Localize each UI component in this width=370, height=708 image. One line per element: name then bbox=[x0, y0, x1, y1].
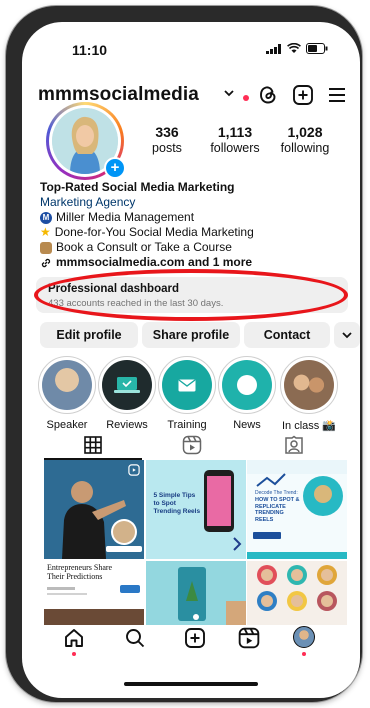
laptop-icon bbox=[114, 377, 140, 393]
status-bar: 11:10 bbox=[22, 40, 360, 60]
highlight-image bbox=[102, 360, 152, 410]
highlight-label: In class 📸 bbox=[281, 420, 337, 432]
bio-link[interactable]: mmmsocialmedia.com and 1 more bbox=[40, 255, 340, 270]
laptop-icon bbox=[40, 241, 52, 254]
reels-nav-icon[interactable] bbox=[238, 627, 260, 649]
bio-line: Book a Consult or Take a Course bbox=[40, 240, 340, 255]
bio-line: M Miller Media Management bbox=[40, 210, 340, 225]
home-icon[interactable] bbox=[64, 628, 84, 648]
highlight-label: Speaker bbox=[46, 419, 88, 431]
highlight-speaker[interactable]: Speaker bbox=[38, 356, 96, 431]
battery-icon bbox=[306, 43, 328, 54]
threads-icon[interactable] bbox=[258, 84, 278, 106]
highlight-label: Reviews bbox=[106, 419, 148, 431]
stat-value: 1,113 bbox=[217, 124, 253, 140]
post-caption: HOW TO SPOT & REPLICATE TRENDING REELS bbox=[255, 497, 300, 523]
highlight-image bbox=[42, 360, 92, 410]
stat-following[interactable]: 1,028 following bbox=[274, 124, 336, 155]
reels-icon[interactable] bbox=[182, 435, 202, 455]
status-icons bbox=[266, 43, 328, 54]
post-thumbnail[interactable]: Entrepreneurs Share Their Predictions bbox=[44, 561, 144, 625]
post-caption: Decode The Trend: bbox=[255, 490, 298, 496]
star-icon: ★ bbox=[40, 225, 51, 239]
bottom-nav bbox=[22, 624, 360, 658]
bio-title: Top-Rated Social Media Marketing bbox=[40, 180, 235, 194]
link-icon bbox=[41, 258, 51, 267]
contact-button[interactable]: Contact bbox=[244, 322, 330, 348]
home-notification-dot bbox=[72, 652, 76, 656]
stat-label: posts bbox=[152, 141, 182, 155]
highlight-training[interactable]: Training bbox=[158, 356, 216, 431]
stat-label: followers bbox=[210, 141, 260, 155]
stat-value: 1,028 bbox=[287, 124, 323, 140]
edit-profile-button[interactable]: Edit profile bbox=[40, 322, 138, 348]
m-logo-icon: M bbox=[40, 211, 52, 224]
highlight-label: News bbox=[233, 419, 261, 431]
menu-icon[interactable] bbox=[326, 84, 348, 106]
username[interactable]: mmmsocialmedia bbox=[38, 84, 199, 106]
create-icon[interactable] bbox=[184, 627, 206, 649]
post-thumbnail[interactable] bbox=[247, 561, 347, 625]
add-story-button[interactable]: + bbox=[104, 157, 126, 179]
envelope-icon bbox=[178, 378, 196, 391]
posts-grid: 5 Simple Tips to Spot Trending Reels Dec… bbox=[44, 460, 347, 626]
status-time: 11:10 bbox=[72, 42, 108, 58]
bio-category[interactable]: Marketing Agency bbox=[40, 195, 340, 210]
wifi-icon bbox=[287, 43, 301, 53]
share-profile-button[interactable]: Share profile bbox=[142, 322, 240, 348]
reel-badge-icon bbox=[128, 464, 140, 476]
post-thumbnail[interactable]: Decode The Trend: HOW TO SPOT & REPLICAT… bbox=[247, 460, 347, 559]
post-thumbnail[interactable]: 5 Simple Tips to Spot Trending Reels bbox=[145, 460, 246, 559]
stat-label: following bbox=[280, 141, 330, 155]
highlight-image bbox=[284, 360, 334, 410]
suggested-people-button[interactable] bbox=[334, 322, 360, 348]
stat-value: 336 bbox=[155, 124, 179, 140]
chevron-down-icon bbox=[342, 332, 352, 339]
bio-line: ★ Done-for-You Social Media Marketing bbox=[40, 225, 254, 239]
news-logo-icon bbox=[237, 375, 257, 395]
tagged-icon[interactable] bbox=[284, 435, 304, 455]
phone-frame: 11:10 mmmsocialmedia + 336 posts 1,113 f… bbox=[6, 6, 362, 702]
chevron-down-icon[interactable] bbox=[224, 90, 234, 97]
screen: 11:10 mmmsocialmedia + 336 posts 1,113 f… bbox=[22, 22, 360, 698]
highlight-label: Training bbox=[167, 419, 207, 431]
search-icon[interactable] bbox=[125, 628, 145, 648]
signal-icon bbox=[266, 43, 281, 54]
post-thumbnail[interactable] bbox=[44, 460, 144, 559]
highlight-image bbox=[222, 360, 272, 410]
profile-avatar-icon[interactable] bbox=[293, 626, 315, 648]
grid-icon[interactable] bbox=[84, 436, 102, 454]
post-thumbnail[interactable] bbox=[145, 561, 246, 625]
profile-bio: Top-Rated Social Media Marketing Marketi… bbox=[40, 180, 340, 270]
notification-dot bbox=[243, 95, 249, 101]
annotation-circle bbox=[34, 269, 348, 321]
create-plus-icon[interactable] bbox=[292, 84, 314, 106]
stat-followers[interactable]: 1,113 followers bbox=[202, 124, 268, 155]
highlight-in-class[interactable]: In class 📸 bbox=[280, 356, 338, 432]
highlight-news[interactable]: News bbox=[218, 356, 276, 431]
highlight-image bbox=[162, 360, 212, 410]
highlight-reviews[interactable]: Reviews bbox=[98, 356, 156, 431]
post-caption: 5 Simple Tips to Spot Trending Reels bbox=[153, 492, 201, 515]
stat-posts[interactable]: 336 posts bbox=[142, 124, 192, 155]
profile-notification-dot bbox=[302, 652, 306, 656]
home-indicator bbox=[124, 682, 258, 686]
